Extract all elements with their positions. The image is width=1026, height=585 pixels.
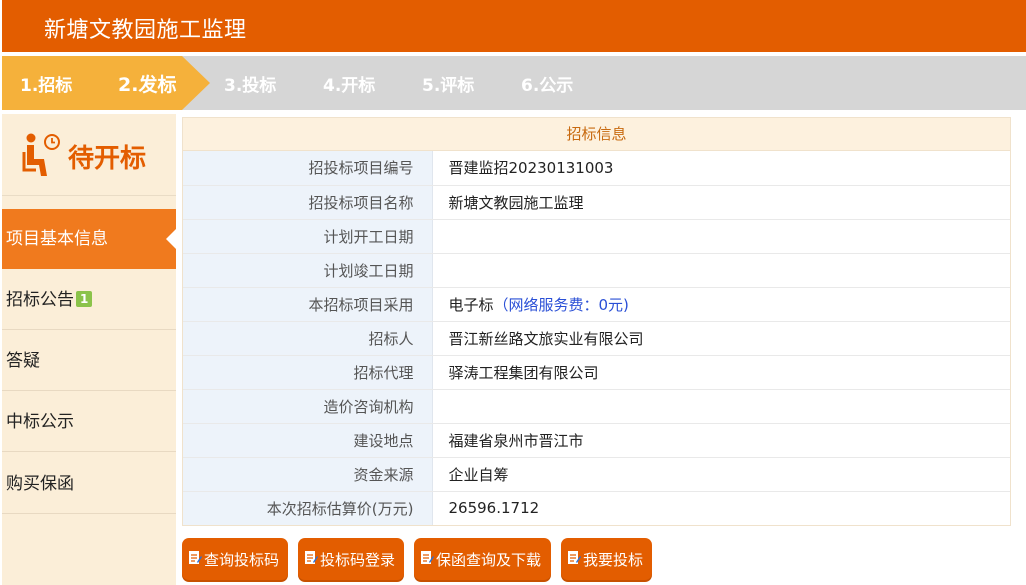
- progress-steps: 1.招标 2.发标 3.投标 4.开标 5.评标 6.公示: [2, 56, 1026, 110]
- row-label: 本招标项目采用: [183, 287, 433, 322]
- row-label: 造价咨询机构: [183, 389, 433, 424]
- table-row: 资金来源 企业自筹: [183, 457, 1010, 492]
- sidebar-item-label: 招标公告: [6, 290, 74, 310]
- row-label: 计划竣工日期: [183, 253, 433, 288]
- row-value: 晋建监招20230131003: [432, 151, 1010, 186]
- table-row: 建设地点 福建省泉州市晋江市: [183, 423, 1010, 458]
- guarantee-query-download-button[interactable]: 保函查询及下载: [414, 538, 551, 582]
- query-bid-code-button[interactable]: 查询投标码: [182, 538, 288, 582]
- status-label: 待开标: [68, 144, 147, 174]
- row-value: [432, 253, 1010, 288]
- table-row: 招投标项目名称 新塘文教园施工监理: [183, 185, 1010, 220]
- sidebar-item-buy-guarantee[interactable]: 购买保函: [2, 454, 176, 514]
- table-row: 招标代理 驿涛工程集团有限公司: [183, 355, 1010, 390]
- row-label: 招标代理: [183, 355, 433, 390]
- row-value: [432, 219, 1010, 254]
- count-badge: 1: [76, 291, 93, 307]
- table-row: 本次招标估算价(万元) 26596.1712: [183, 491, 1010, 525]
- table-row: 计划竣工日期: [183, 253, 1010, 288]
- row-label: 招投标项目编号: [183, 151, 433, 186]
- sidebar-item-label: 中标公示: [6, 412, 74, 432]
- sidebar-item-qa[interactable]: 答疑: [2, 331, 176, 391]
- bid-code-login-button[interactable]: 投标码登录: [298, 538, 404, 582]
- bid-type-value: 电子标: [448, 295, 494, 314]
- tender-info-table: 招投标项目编号 晋建监招20230131003 招投标项目名称 新塘文教园施工监…: [183, 151, 1010, 525]
- edit-document-icon: [568, 551, 581, 564]
- row-value: 晋江新丝路文旅实业有限公司: [432, 321, 1010, 356]
- button-label: 投标码登录: [320, 551, 396, 569]
- sidebar-item-winning-bid[interactable]: 中标公示: [2, 392, 176, 452]
- step-6: 6.公示: [521, 76, 574, 96]
- row-value: 26596.1712: [448, 499, 540, 518]
- page-title: 新塘文教园施工监理: [44, 18, 247, 43]
- row-value: 驿涛工程集团有限公司: [432, 355, 1010, 390]
- sidebar-item-basic-info[interactable]: 项目基本信息: [2, 209, 176, 269]
- step-3: 3.投标: [224, 76, 277, 96]
- sidebar-item-label: 项目基本信息: [6, 229, 108, 249]
- sidebar: 待开标 项目基本信息 招标公告 1 答疑 中标公示 购买保函: [2, 114, 176, 585]
- table-row: 招投标项目编号 晋建监招20230131003: [183, 151, 1010, 186]
- row-value: 电子标（网络服务费：0元): [432, 287, 1010, 322]
- row-value: [432, 389, 1010, 424]
- submit-bid-button[interactable]: 我要投标: [561, 538, 652, 582]
- step-1: 1.招标: [20, 76, 73, 96]
- row-value: 新塘文教园施工监理: [432, 185, 1010, 220]
- row-label: 计划开工日期: [183, 219, 433, 254]
- table-row: 造价咨询机构: [183, 389, 1010, 424]
- service-fee-note: （网络服务费：0元): [493, 295, 629, 314]
- table-row: 招标人 晋江新丝路文旅实业有限公司: [183, 321, 1010, 356]
- button-label: 查询投标码: [204, 551, 280, 569]
- edit-document-icon: [305, 551, 318, 564]
- status-box: 待开标: [2, 114, 176, 196]
- row-label: 建设地点: [183, 423, 433, 458]
- panel-title: 招标信息: [183, 118, 1010, 151]
- row-value: 福建省泉州市晋江市: [432, 423, 1010, 458]
- tender-info-panel: 招标信息 招投标项目编号 晋建监招20230131003 招投标项目名称 新塘文…: [182, 117, 1011, 526]
- row-label: 资金来源: [183, 457, 433, 492]
- button-label: 保函查询及下载: [436, 551, 542, 569]
- table-row: 本招标项目采用 电子标（网络服务费：0元): [183, 287, 1010, 322]
- edit-document-icon: [189, 551, 202, 564]
- sidebar-item-tender-notice[interactable]: 招标公告 1: [2, 270, 176, 330]
- step-5: 5.评标: [422, 76, 475, 96]
- table-row: 计划开工日期: [183, 219, 1010, 254]
- row-label: 招标人: [183, 321, 433, 356]
- row-value: 企业自筹: [432, 457, 1010, 492]
- step-4: 4.开标: [323, 76, 376, 96]
- row-label: 本次招标估算价(万元): [183, 491, 433, 525]
- step-2: 2.发标: [118, 74, 177, 96]
- page-header: 新塘文教园施工监理: [2, 0, 1026, 52]
- edit-document-icon: [421, 551, 434, 564]
- row-label: 招投标项目名称: [183, 185, 433, 220]
- person-clock-icon: [22, 133, 60, 176]
- button-label: 我要投标: [583, 551, 644, 569]
- sidebar-item-label: 答疑: [6, 351, 40, 371]
- sidebar-item-label: 购买保函: [6, 474, 74, 494]
